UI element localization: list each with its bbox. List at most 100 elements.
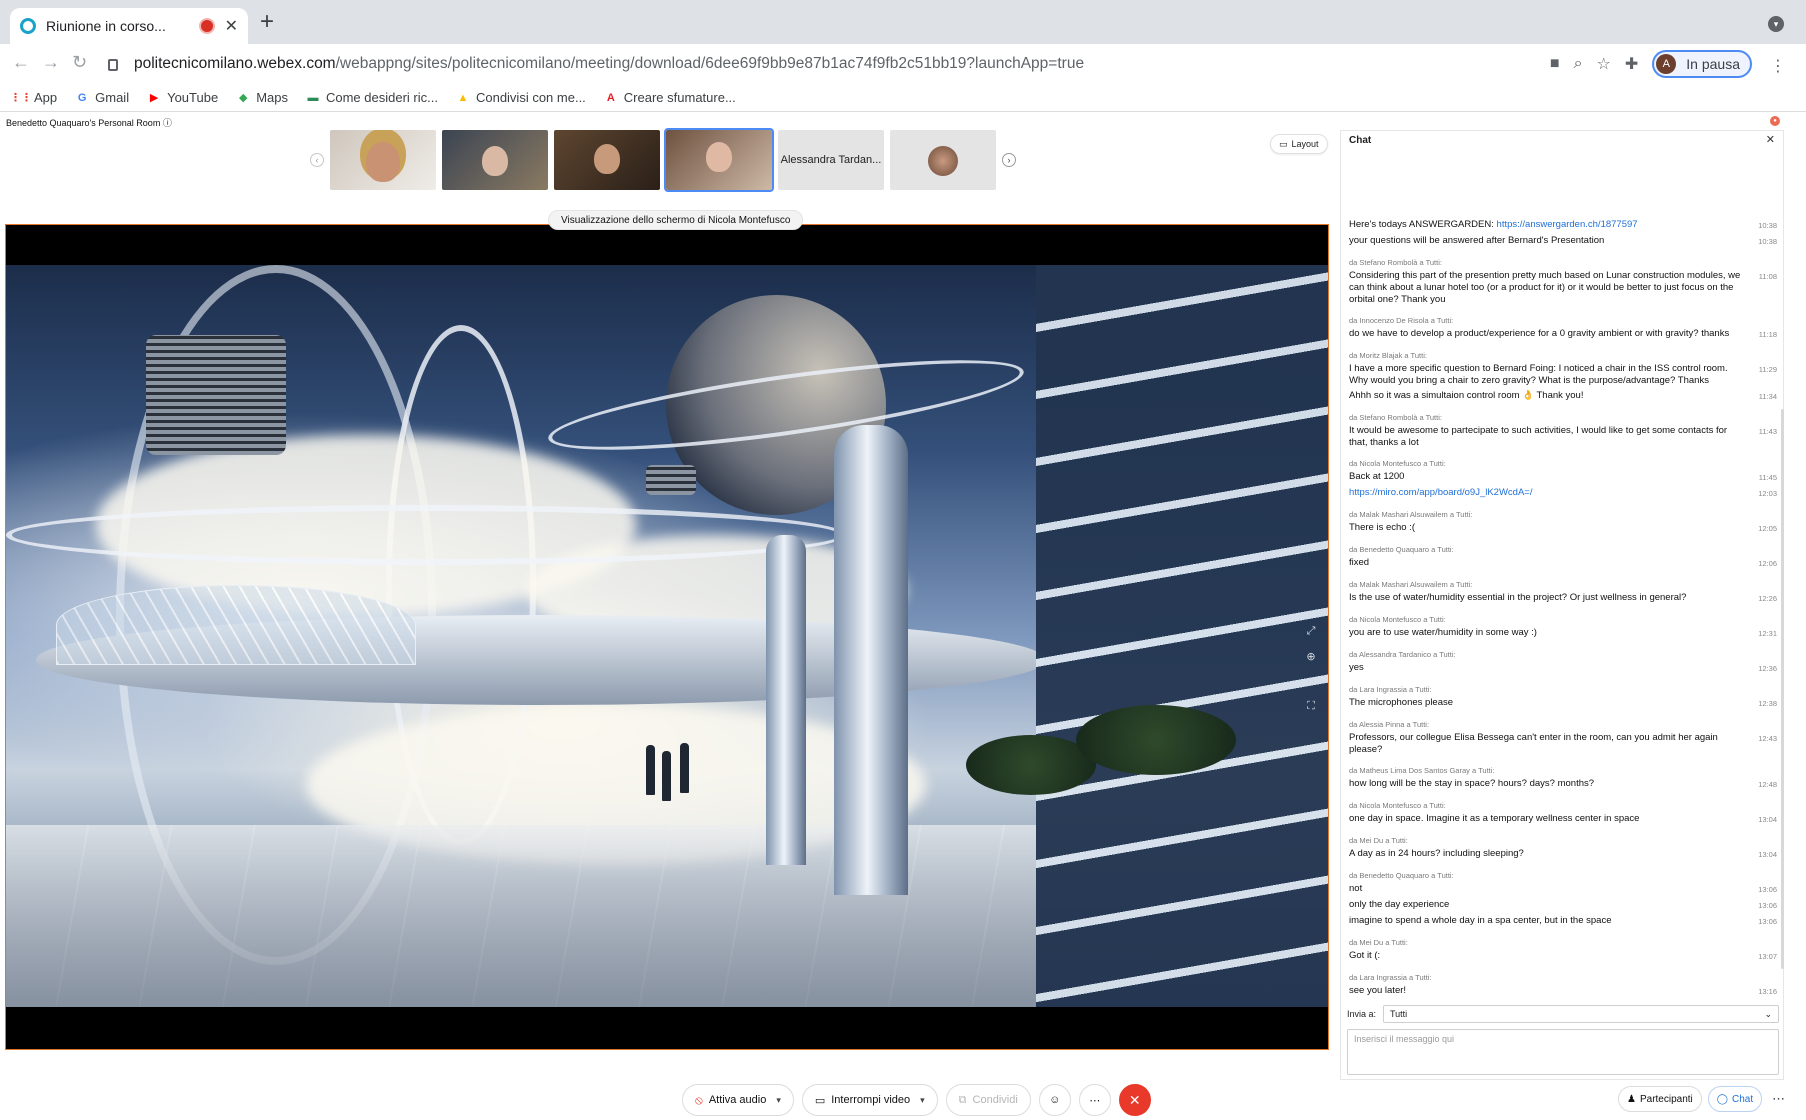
mic-muted-icon: ⦸ bbox=[695, 1092, 703, 1107]
chat-timestamp: 12:26 bbox=[1758, 594, 1777, 603]
more-icon: ⋯ bbox=[1089, 1094, 1101, 1107]
info-icon[interactable]: ⓘ bbox=[163, 118, 172, 128]
chat-message-group: da Mei Du a Tutti: Got it (: 13:07 bbox=[1349, 938, 1777, 963]
profile-button[interactable]: A In pausa bbox=[1652, 50, 1752, 78]
chat-message-text: Is the use of water/humidity essential i… bbox=[1349, 592, 1687, 603]
extensions-icon[interactable]: ✚ bbox=[1625, 54, 1638, 74]
thumbs-prev-icon[interactable]: ‹ bbox=[310, 153, 324, 167]
chat-message-list: Here's todays ANSWERGARDEN: https://answ… bbox=[1341, 209, 1785, 1001]
participant-video-2[interactable] bbox=[442, 130, 548, 190]
zoom-in-icon[interactable]: ⊕ bbox=[1306, 650, 1315, 663]
chat-timestamp: 11:08 bbox=[1758, 272, 1777, 281]
chat-message-link[interactable]: https://miro.com/app/board/o9J_lK2WcdA=/ bbox=[1349, 487, 1533, 498]
bookmark-maps[interactable]: ◆ Maps bbox=[236, 90, 288, 105]
chat-message-input[interactable] bbox=[1347, 1029, 1779, 1075]
adobe-icon: A bbox=[606, 91, 615, 104]
chat-message-group: da Mei Du a Tutti: A day as in 24 hours? … bbox=[1349, 836, 1777, 861]
chat-message: Professors, our collegue Elisa Bessega c… bbox=[1349, 732, 1777, 756]
chat-message-text: Got it (: bbox=[1349, 950, 1381, 961]
chat-message-body: you are to use water/humidity in some wa… bbox=[1349, 627, 1755, 640]
url-path: /webappng/sites/politecnicomilano/meetin… bbox=[335, 55, 1085, 72]
chevron-down-icon[interactable]: ▾ bbox=[776, 1095, 781, 1106]
bookmark-creare-sfumature[interactable]: A Creare sfumature... bbox=[604, 90, 736, 105]
bookmark-come-desideri[interactable]: ▬ Come desideri ric... bbox=[306, 90, 437, 105]
url-field[interactable]: politecnicomilano.webex.com/webappng/sit… bbox=[108, 48, 1708, 80]
viewer-tools: ⤢ ⊕ ⊖ ⛶ bbox=[1300, 625, 1322, 713]
chat-message-body: your questions will be answered after Be… bbox=[1349, 235, 1755, 248]
tab-search-icon[interactable]: ▾ bbox=[1768, 16, 1784, 32]
tab-close-icon[interactable]: ✕ bbox=[225, 16, 238, 36]
participant-video-4-active[interactable] bbox=[664, 128, 774, 192]
bookmark-youtube[interactable]: ▶ YouTube bbox=[147, 90, 218, 105]
camera-icon[interactable]: ■ bbox=[1550, 55, 1560, 73]
screen-share-label: Visualizzazione dello schermo di Nicola … bbox=[548, 210, 804, 230]
chat-message-text: yes bbox=[1349, 662, 1364, 673]
chat-message-text: imagine to spend a whole day in a spa ce… bbox=[1349, 915, 1612, 926]
chat-message-group: da Malak Mashari Alsuwailem a Tutti: Ther… bbox=[1349, 510, 1777, 535]
share-button[interactable]: ⧉ Condividi bbox=[945, 1084, 1031, 1116]
participant-thumbnails: ‹ Alessandra Tardan... › bbox=[310, 128, 1016, 192]
chat-message: your questions will be answered after Be… bbox=[1349, 235, 1777, 248]
chat-message-link[interactable]: https://answergarden.ch/1877597 bbox=[1497, 219, 1638, 230]
chat-timestamp: 10:38 bbox=[1758, 221, 1777, 230]
notification-icon[interactable]: ● bbox=[1770, 116, 1780, 126]
chat-message: I have a more specific question to Berna… bbox=[1349, 363, 1777, 387]
chevron-down-icon[interactable]: ▾ bbox=[920, 1095, 925, 1106]
chat-message-body: Here's todays ANSWERGARDEN: https://answ… bbox=[1349, 219, 1755, 232]
youtube-icon: ▶ bbox=[149, 92, 159, 104]
chat-message-body: The microphones please bbox=[1349, 697, 1755, 710]
leave-meeting-button[interactable]: ✕ bbox=[1118, 1084, 1151, 1116]
video-button[interactable]: ▭ Interrompi video ▾ bbox=[801, 1084, 938, 1116]
layout-button[interactable]: ▭ Layout bbox=[1270, 134, 1328, 154]
chat-message: There is echo :(12:05 bbox=[1349, 522, 1777, 535]
chat-timestamp: 13:07 bbox=[1758, 952, 1777, 961]
chat-button[interactable]: ◯ Chat bbox=[1707, 1086, 1763, 1112]
more-options-button[interactable]: ⋯ bbox=[1078, 1084, 1111, 1116]
chat-sender: da Mei Du a Tutti: bbox=[1349, 938, 1408, 947]
chat-message-text: how long will be the stay in space? hour… bbox=[1349, 778, 1595, 789]
chat-timestamp: 11:43 bbox=[1758, 427, 1777, 436]
chat-sender: da Nicola Montefusco a Tutti: bbox=[1349, 801, 1446, 810]
share-icon: ⧉ bbox=[958, 1093, 967, 1106]
chat-message-text: you are to use water/humidity in some wa… bbox=[1349, 627, 1537, 638]
participant-tile-alessandra[interactable]: Alessandra Tardan... bbox=[778, 130, 884, 190]
participant-tile-6[interactable] bbox=[890, 130, 996, 190]
chat-timestamp: 12:05 bbox=[1758, 524, 1777, 533]
browser-menu-icon[interactable]: ⋮ bbox=[1770, 56, 1786, 76]
reload-icon[interactable]: ↻ bbox=[72, 52, 87, 73]
reactions-button[interactable]: ☺ bbox=[1038, 1084, 1071, 1116]
back-icon[interactable]: ← bbox=[12, 52, 30, 73]
bookmark-apps[interactable]: ⋮⋮ App bbox=[10, 90, 57, 105]
chat-message: A day as in 24 hours? including sleeping… bbox=[1349, 848, 1777, 861]
new-tab-button[interactable]: + bbox=[260, 10, 274, 34]
participants-button[interactable]: ♟ Partecipanti bbox=[1618, 1086, 1702, 1112]
thumbs-next-icon[interactable]: › bbox=[1002, 153, 1016, 167]
bookmark-gmail[interactable]: G Gmail bbox=[75, 90, 129, 105]
participant-video-3[interactable] bbox=[554, 130, 660, 190]
chat-messages[interactable]: Here's todays ANSWERGARDEN: https://answ… bbox=[1341, 149, 1785, 1001]
participant-face bbox=[706, 142, 732, 172]
fit-icon[interactable]: ⛶ bbox=[1307, 700, 1315, 713]
chat-message-group: da Alessia Pinna a Tutti: Professors, our… bbox=[1349, 720, 1777, 756]
close-icon[interactable]: ✕ bbox=[1766, 133, 1775, 146]
browser-tab[interactable]: Riunione in corso... ✕ bbox=[10, 8, 248, 44]
zoom-out-icon[interactable]: ⊖ bbox=[1306, 675, 1315, 688]
star-icon[interactable]: ☆ bbox=[1597, 54, 1611, 74]
chat-message: fixed 12:06 bbox=[1349, 557, 1777, 570]
participant-video-1[interactable] bbox=[330, 130, 436, 190]
chat-timestamp: 12:31 bbox=[1758, 629, 1777, 638]
chat-timestamp: 13:04 bbox=[1758, 850, 1777, 859]
more-icon[interactable]: ⋯ bbox=[1768, 1091, 1789, 1107]
send-to-row: Invia a: Tutti ⌄ bbox=[1347, 1005, 1779, 1023]
chat-scrollbar[interactable] bbox=[1781, 409, 1784, 969]
chat-message: Back at 1200 11:45 bbox=[1349, 471, 1777, 484]
forward-icon[interactable]: → bbox=[42, 52, 60, 73]
person-figure bbox=[680, 743, 689, 793]
zoom-icon[interactable]: ⌕ bbox=[1574, 55, 1583, 73]
send-to-select[interactable]: Tutti ⌄ bbox=[1383, 1005, 1779, 1023]
bookmark-condivisi[interactable]: ▲ Condivisi con me... bbox=[456, 90, 586, 105]
chat-message-body: not bbox=[1349, 883, 1755, 896]
fullscreen-icon[interactable]: ⤢ bbox=[1307, 625, 1316, 638]
shared-screen[interactable]: ⤢ ⊕ ⊖ ⛶ bbox=[5, 224, 1329, 1050]
audio-button[interactable]: ⦸ Attiva audio ▾ bbox=[682, 1084, 794, 1116]
